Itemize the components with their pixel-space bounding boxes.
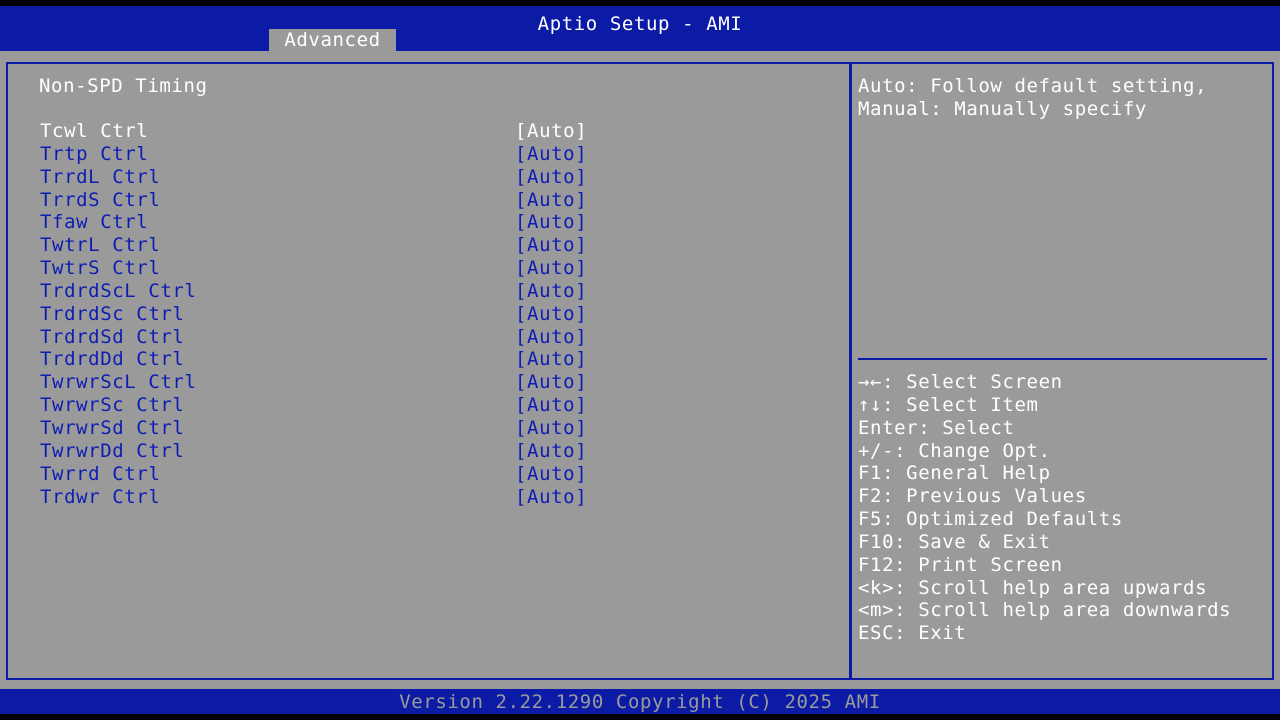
setting-value[interactable]: [Auto] — [515, 166, 587, 189]
setting-value[interactable]: [Auto] — [515, 394, 587, 417]
setting-value[interactable]: [Auto] — [515, 303, 587, 326]
setting-tfaw-ctrl[interactable]: Tfaw Ctrl [Auto] — [39, 211, 639, 234]
setting-label: Trdwr Ctrl — [40, 485, 161, 508]
setting-twtrs-ctrl[interactable]: TwtrS Ctrl [Auto] — [39, 257, 639, 280]
setting-label: TrdrdDd Ctrl — [40, 348, 185, 371]
setting-twrrd-ctrl[interactable]: Twrrd Ctrl [Auto] — [39, 463, 639, 486]
header-bar: Aptio Setup - AMI Advanced — [0, 6, 1280, 51]
setting-value[interactable]: [Auto] — [515, 120, 587, 143]
help-description: Auto: Follow default setting, Manual: Ma… — [858, 75, 1263, 121]
setting-twtrl-ctrl[interactable]: TwtrL Ctrl [Auto] — [39, 234, 639, 257]
setting-value[interactable]: [Auto] — [515, 143, 587, 166]
setting-trrds-ctrl[interactable]: TrrdS Ctrl [Auto] — [39, 189, 639, 212]
key-previous-values: F2: Previous Values — [858, 485, 1087, 508]
version-text: Version 2.22.1290 Copyright (C) 2025 AMI — [399, 691, 881, 713]
setting-label: TwrwrDd Ctrl — [40, 439, 185, 462]
setting-label: TwtrL Ctrl — [40, 234, 161, 257]
setting-label: TrdrdScL Ctrl — [40, 279, 197, 302]
bios-setup-screen: Aptio Setup - AMI Advanced Non-SPD Timin… — [0, 0, 1280, 720]
setting-label: Tfaw Ctrl — [40, 211, 149, 234]
setting-twrwrdd-ctrl[interactable]: TwrwrDd Ctrl [Auto] — [39, 440, 639, 463]
setting-value[interactable]: [Auto] — [515, 257, 587, 280]
setting-value[interactable]: [Auto] — [515, 486, 587, 509]
help-line: Manual: Manually specify — [858, 97, 1147, 120]
settings-list: Tcwl Ctrl [Auto] Trtp Ctrl [Auto] TrrdL … — [39, 120, 639, 508]
setting-trdwr-ctrl[interactable]: Trdwr Ctrl [Auto] — [39, 486, 639, 509]
setting-label: TwtrS Ctrl — [40, 257, 161, 280]
footer-bar: Version 2.22.1290 Copyright (C) 2025 AMI — [0, 689, 1280, 714]
setting-twrwrsc-ctrl[interactable]: TwrwrSc Ctrl [Auto] — [39, 394, 639, 417]
key-scroll-down: <m>: Scroll help area downwards — [858, 599, 1232, 622]
setting-value[interactable]: [Auto] — [515, 211, 587, 234]
setting-value[interactable]: [Auto] — [515, 440, 587, 463]
key-select-item: ↑↓: Select Item — [858, 393, 1039, 416]
setting-label: Twrrd Ctrl — [40, 462, 161, 485]
section-title: Non-SPD Timing — [39, 75, 208, 97]
setting-trdrdsc-ctrl[interactable]: TrdrdSc Ctrl [Auto] — [39, 303, 639, 326]
app-title: Aptio Setup - AMI — [537, 13, 743, 35]
setting-label: TwrwrScL Ctrl — [40, 371, 197, 394]
setting-value[interactable]: [Auto] — [515, 234, 587, 257]
help-line: Auto: Follow default setting, — [858, 75, 1208, 97]
setting-value[interactable]: [Auto] — [515, 463, 587, 486]
setting-value[interactable]: [Auto] — [515, 189, 587, 212]
setting-value[interactable]: [Auto] — [515, 371, 587, 394]
key-esc-exit: ESC: Exit — [858, 622, 967, 645]
setting-label: TrrdL Ctrl — [40, 165, 161, 188]
key-legend: →←: Select Screen ↑↓: Select Item Enter:… — [858, 371, 1268, 645]
key-change-opt: +/-: Change Opt. — [858, 439, 1051, 462]
setting-twrwrsd-ctrl[interactable]: TwrwrSd Ctrl [Auto] — [39, 417, 639, 440]
setting-value[interactable]: [Auto] — [515, 326, 587, 349]
setting-trdrdscl-ctrl[interactable]: TrdrdScL Ctrl [Auto] — [39, 280, 639, 303]
setting-label: Tcwl Ctrl — [40, 120, 149, 142]
key-general-help: F1: General Help — [858, 462, 1051, 485]
key-scroll-up: <k>: Scroll help area upwards — [858, 576, 1208, 599]
help-separator — [858, 358, 1267, 360]
setting-label: TwrwrSc Ctrl — [40, 394, 185, 417]
setting-tcwl-ctrl[interactable]: Tcwl Ctrl [Auto] — [39, 120, 639, 143]
setting-trrdl-ctrl[interactable]: TrrdL Ctrl [Auto] — [39, 166, 639, 189]
key-optimized-defaults: F5: Optimized Defaults — [858, 508, 1123, 531]
setting-label: TrdrdSc Ctrl — [40, 302, 185, 325]
setting-trdrdsd-ctrl[interactable]: TrdrdSd Ctrl [Auto] — [39, 326, 639, 349]
key-select-screen: →←: Select Screen — [858, 371, 1063, 393]
setting-label: TrdrdSd Ctrl — [40, 325, 185, 348]
setting-value[interactable]: [Auto] — [515, 348, 587, 371]
key-print-screen: F12: Print Screen — [858, 553, 1063, 576]
setting-trdrddd-ctrl[interactable]: TrdrdDd Ctrl [Auto] — [39, 348, 639, 371]
key-enter-select: Enter: Select — [858, 416, 1015, 439]
bottom-border — [0, 714, 1280, 720]
setting-label: TwrwrSd Ctrl — [40, 416, 185, 439]
setting-value[interactable]: [Auto] — [515, 417, 587, 440]
key-save-exit: F10: Save & Exit — [858, 530, 1051, 553]
setting-trtp-ctrl[interactable]: Trtp Ctrl [Auto] — [39, 143, 639, 166]
setting-twrwrscl-ctrl[interactable]: TwrwrScL Ctrl [Auto] — [39, 371, 639, 394]
setting-value[interactable]: [Auto] — [515, 280, 587, 303]
setting-label: TrrdS Ctrl — [40, 188, 161, 211]
tab-advanced[interactable]: Advanced — [269, 29, 396, 51]
setting-label: Trtp Ctrl — [40, 142, 149, 165]
